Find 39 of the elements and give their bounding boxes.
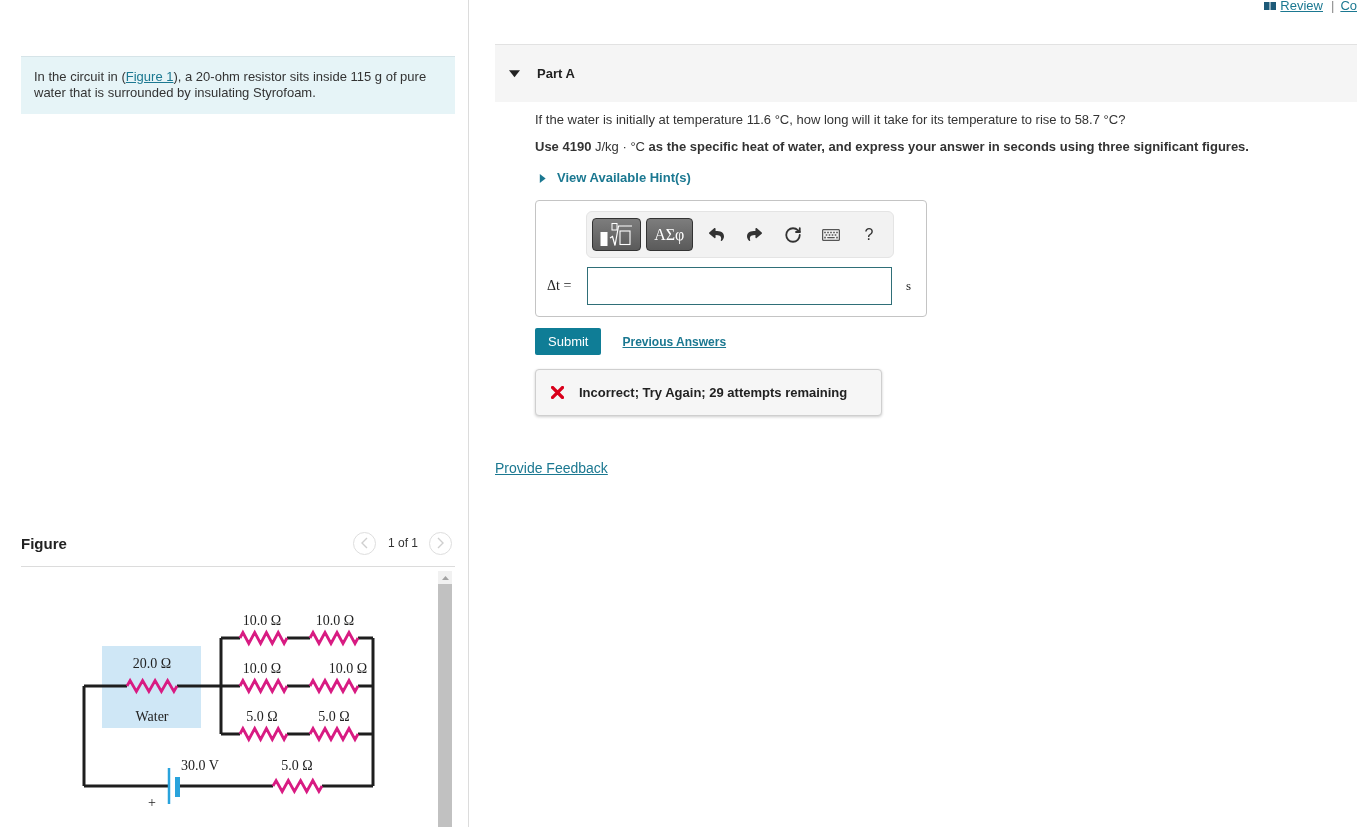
submit-button[interactable]: Submit — [535, 328, 602, 355]
root-template-icon — [599, 222, 633, 247]
hints-toggle[interactable]: View Available Hint(s) — [535, 170, 691, 186]
review-link[interactable]: Review — [1264, 0, 1323, 12]
previous-answers-link[interactable]: Previous Answers — [622, 334, 727, 349]
question-text: If the water is initially at temperature 11.6 °C, how long will it take for its temperature to rise to 58.7 °C? — [535, 112, 1126, 128]
resistance-label: 5.0 Ω — [318, 709, 350, 724]
part-title: Part A — [537, 66, 575, 81]
problem-text: In the circuit in (Figure 1), a 20-ohm resistor sits inside 115 g of pure water that is surrounded by insulating Styrofoam. — [21, 56, 455, 114]
resistance-label: 10.0 Ω — [242, 661, 282, 676]
part-header[interactable]: Part A — [495, 44, 1357, 102]
symbols-button[interactable]: ΑΣφ — [645, 218, 693, 251]
answer-input[interactable] — [587, 267, 892, 305]
separator: | — [1331, 0, 1335, 12]
resistance-label: 5.0 Ω — [246, 709, 278, 724]
templates-button[interactable] — [592, 218, 641, 251]
resistance-label: 5.0 Ω — [281, 758, 313, 773]
voltage-label: 30.0 V — [181, 758, 219, 773]
resistance-label: 10.0 Ω — [242, 613, 282, 628]
arrow-up-icon — [441, 576, 449, 580]
variable-label: Δt = — [547, 278, 573, 294]
figure-link[interactable]: Figure 1 — [125, 69, 174, 84]
book-icon — [1264, 2, 1277, 10]
unit-label: s — [905, 278, 913, 294]
undo-icon — [709, 227, 725, 242]
feedback-text: Incorrect; Try Again; 29 attempts remaining — [579, 385, 848, 400]
help-button[interactable]: ? — [850, 218, 889, 251]
resistance-label: 10.0 Ω — [315, 613, 355, 628]
terminal-label: + — [148, 795, 156, 810]
reset-icon — [783, 225, 802, 244]
water-label: Water — [135, 709, 169, 724]
provide-feedback-link[interactable]: Provide Feedback — [495, 460, 608, 476]
top-link[interactable]: Co — [1340, 0, 1357, 12]
resistance-label: 20.0 Ω — [132, 656, 172, 671]
page-counter: 1 of 1 — [387, 536, 418, 550]
resistance-label: 10.0 Ω — [328, 661, 368, 676]
instruction-text: Use 4190 J/kg · °C as the specific heat of water, and express your answer in seconds using three significant figures. — [535, 139, 1249, 155]
redo-icon — [747, 227, 763, 242]
figure-title: Figure — [21, 534, 67, 552]
